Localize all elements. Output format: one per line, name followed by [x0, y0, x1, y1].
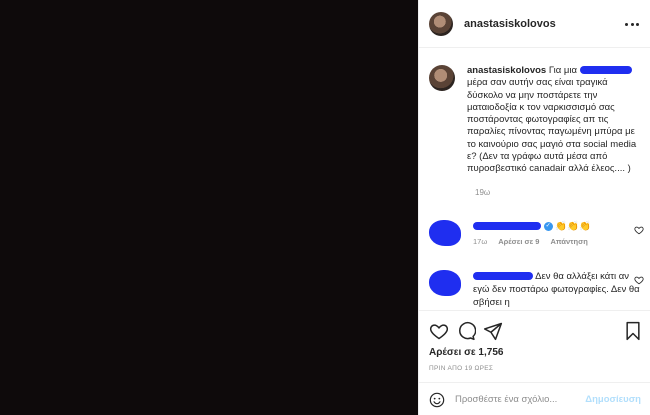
comment-body: Δεν θα αλλάξει κάτι αν εγώ δεν ποστάρω φ…	[473, 270, 644, 309]
comment-body: ✓ 👏👏👏	[473, 220, 644, 233]
caption: anastasiskolovos Για μια μέρα σαν αυτήν …	[429, 65, 644, 197]
post-date[interactable]: ΠΡΙΝ ΑΠΟ 19 ΩΡΕΣ	[429, 365, 493, 372]
reply-button[interactable]: Απάντηση	[550, 237, 587, 246]
redaction-scribble	[473, 272, 533, 281]
comment-input[interactable]	[455, 394, 585, 405]
caption-text-part1: Για μια	[548, 65, 578, 76]
share-icon[interactable]	[483, 321, 503, 341]
list-item: ✓ 👏👏👏 17ω Αρέσει σε 9 Απάντηση	[429, 220, 644, 246]
more-icon[interactable]	[625, 17, 639, 31]
post-header: anastasiskolovos	[419, 0, 650, 48]
heart-icon[interactable]	[634, 275, 644, 285]
caption-text: anastasiskolovos Για μια μέρα σαν αυτήν …	[467, 65, 644, 176]
post-button[interactable]: Δημοσίευση	[585, 394, 641, 405]
post-side-panel: anastasiskolovos anastasiskolovos Για μι…	[418, 0, 650, 415]
smiley-icon[interactable]	[429, 392, 445, 408]
redaction-scribble	[579, 66, 632, 75]
caption-time[interactable]: 19ω	[475, 188, 644, 197]
comment-meta: 17ω Αρέσει σε 9 Απάντηση	[473, 237, 644, 246]
verified-icon: ✓	[543, 221, 553, 231]
list-item: Δεν θα αλλάξει κάτι αν εγώ δεν ποστάρω φ…	[429, 270, 644, 309]
avatar[interactable]	[429, 11, 453, 36]
comment-time[interactable]: 17ω	[473, 237, 487, 246]
header-username[interactable]: anastasiskolovos	[464, 18, 556, 30]
post-media[interactable]	[0, 0, 418, 415]
bookmark-icon[interactable]	[623, 321, 643, 341]
likes-count[interactable]: Αρέσει σε 1,756	[429, 347, 503, 358]
caption-text-part2: μέρα σαν αυτήν σας είναι τραγικά δύσκολο…	[467, 77, 637, 175]
heart-icon[interactable]	[429, 321, 449, 341]
comments-list[interactable]: anastasiskolovos Για μια μέρα σαν αυτήν …	[419, 48, 650, 310]
heart-icon[interactable]	[634, 225, 644, 235]
add-comment-bar: Δημοσίευση	[419, 382, 650, 415]
redaction-scribble	[473, 222, 541, 231]
caption-username[interactable]: anastasiskolovos	[467, 65, 546, 76]
caption-avatar[interactable]	[429, 65, 455, 91]
comment-likes[interactable]: Αρέσει σε 9	[498, 237, 539, 246]
action-icons	[429, 321, 643, 341]
comment-emoji: 👏👏👏	[555, 221, 591, 232]
post-actions: Αρέσει σε 1,756 ΠΡΙΝ ΑΠΟ 19 ΩΡΕΣ Δημοσίε…	[419, 310, 650, 415]
avatar[interactable]	[429, 270, 461, 296]
comment-icon[interactable]	[456, 321, 476, 341]
avatar[interactable]	[429, 220, 461, 246]
